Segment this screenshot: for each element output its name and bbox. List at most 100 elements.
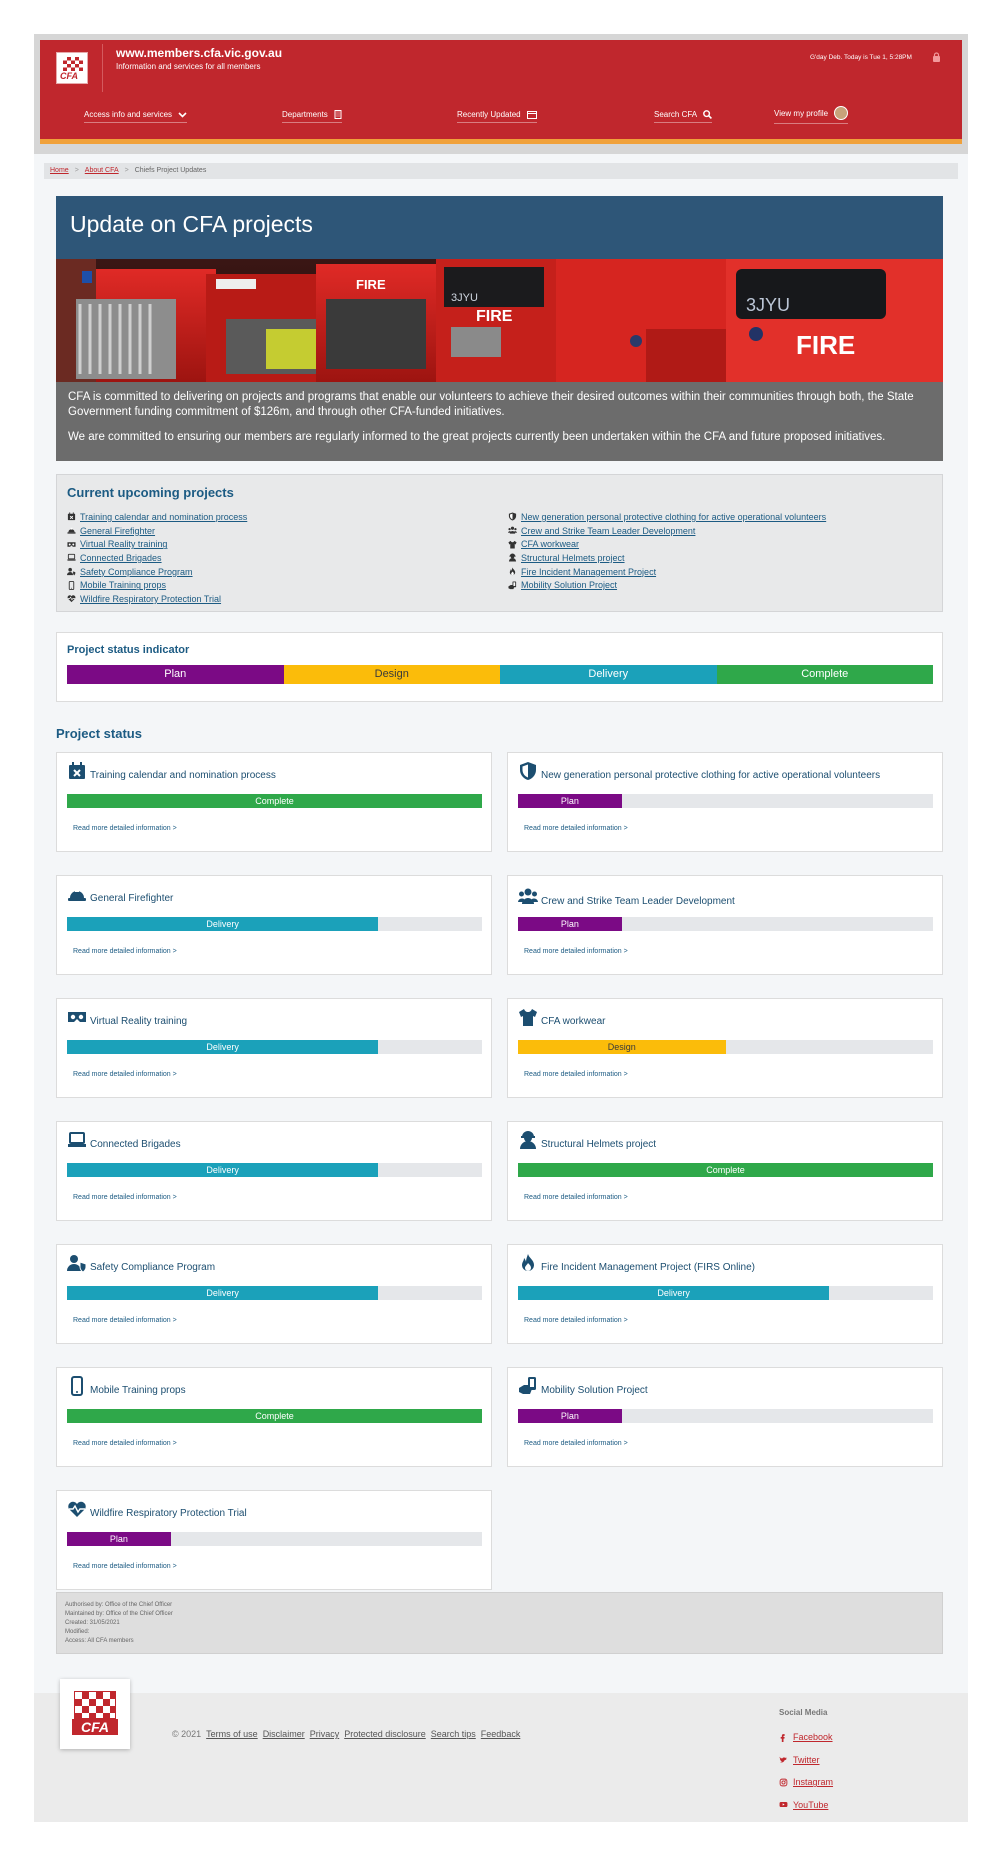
heartbeat-icon [68,1501,86,1517]
meta-maintained: Maintained by: Office of the Chief Offic… [65,1611,173,1617]
read-more-link[interactable]: Read more detailed information > [73,1317,177,1324]
progress-fill: Complete [67,794,482,808]
user-shield-icon [67,1255,87,1273]
project-link[interactable]: Wildfire Respiratory Protection Trial [80,594,221,604]
nav-profile[interactable]: View my profile [774,106,849,124]
social-link-instagram[interactable]: Instagram [793,1777,833,1787]
flame-icon [509,567,516,576]
list-item-icon [508,540,517,549]
read-more-link[interactable]: Read more detailed information > [73,1440,177,1447]
project-link[interactable]: Virtual Reality training [80,539,167,549]
read-more-link[interactable]: Read more detailed information > [524,1440,628,1447]
social-link-twitter[interactable]: Twitter [793,1755,820,1765]
hero-paragraph: We are committed to ensuring our members… [68,431,886,443]
project-card-title: New generation personal protective cloth… [518,761,880,781]
nav-recently-updated[interactable]: Recently Updated [457,110,537,123]
project-card: Connected Brigades Delivery Read more deta… [56,1121,492,1221]
progress-fill: Delivery [518,1286,830,1300]
progress-track: Plan [67,1532,482,1546]
calendar-x-icon [69,762,85,779]
nav-access-info[interactable]: Access info and services [84,110,188,123]
read-more-link[interactable]: Read more detailed information > [73,1071,177,1078]
breadcrumb-about[interactable]: About CFA [85,167,119,174]
progress-fill: Complete [67,1409,482,1423]
project-link[interactable]: Mobility Solution Project [521,580,617,590]
progress-track: Delivery [67,1163,482,1177]
facebook-icon [780,1733,785,1742]
project-link[interactable]: Training calendar and nomination process [80,512,247,522]
project-link[interactable]: Crew and Strike Team Leader Development [521,526,695,536]
project-link[interactable]: Safety Compliance Program [80,567,193,577]
project-link[interactable]: Mobile Training props [80,580,166,590]
read-more-link[interactable]: Read more detailed information > [524,1071,628,1078]
project-card: New generation personal protective cloth… [507,752,943,852]
upcoming-projects-panel: Current upcoming projects Training calen… [56,474,943,612]
upcoming-list-right: New generation personal protective cloth… [508,510,826,592]
social-link-youtube[interactable]: YouTube [793,1800,828,1810]
meta-created: Created: 31/05/2021 [65,1620,120,1626]
shield-icon [520,762,536,780]
site-url[interactable]: www.members.cfa.vic.gov.au [116,46,282,60]
truck-fire-text: FIRE [356,277,386,292]
site-header: CFA www.members.cfa.vic.gov.au Informati… [40,40,962,144]
project-link[interactable]: General Firefighter [80,526,155,536]
project-card-title-text: General Firefighter [90,893,174,904]
read-more-link[interactable]: Read more detailed information > [524,825,628,832]
footer-link-terms-of-use[interactable]: Terms of use [206,1729,258,1739]
status-stage-design: Design [283,665,500,684]
breadcrumb-home[interactable]: Home [50,167,69,174]
helmet-icon [68,888,86,901]
project-link[interactable]: Fire Incident Management Project [521,567,656,577]
flame-icon [522,1254,534,1271]
logo-checker-icon [63,57,83,71]
footer-link-privacy[interactable]: Privacy [310,1729,340,1739]
nav-profile-label: View my profile [774,108,829,118]
read-more-link[interactable]: Read more detailed information > [524,1194,628,1201]
cfa-logo[interactable]: CFA [56,52,88,84]
footer-link-protected-disclosure[interactable]: Protected disclosure [344,1729,426,1739]
page-meta: Authorised by: Office of the Chief Offic… [56,1592,943,1654]
search-icon [703,110,713,119]
breadcrumb-separator: > [74,167,79,174]
progress-track: Delivery [67,917,482,931]
social-link-facebook[interactable]: Facebook [793,1732,833,1742]
lock-icon[interactable] [932,52,941,62]
project-card: Training calendar and nomination process… [56,752,492,852]
list-item-icon [67,540,76,549]
tshirt-icon [519,1009,537,1026]
read-more-link[interactable]: Read more detailed information > [524,1317,628,1324]
project-card-title: Virtual Reality training [67,1007,187,1027]
project-link[interactable]: CFA workwear [521,539,579,549]
nav-recent-label: Recently Updated [457,110,521,119]
nav-search[interactable]: Search CFA [654,110,713,123]
list-item: CFA workwear [508,537,826,551]
hand-phone-icon [519,1377,536,1394]
project-card: Mobile Training props Complete Read more d… [56,1367,492,1467]
read-more-link[interactable]: Read more detailed information > [73,1563,177,1570]
footer-link-search-tips[interactable]: Search tips [431,1729,476,1739]
footer-link-disclaimer[interactable]: Disclaimer [263,1729,305,1739]
nav-departments[interactable]: Departments [282,110,342,123]
progress-fill: Plan [518,917,622,931]
status-indicator-title: Project status indicator [67,644,190,656]
project-link[interactable]: Connected Brigades [80,553,162,563]
progress-track: Delivery [518,1286,933,1300]
read-more-link[interactable]: Read more detailed information > [524,948,628,955]
footer-cfa-logo[interactable]: CFA [60,1679,130,1749]
progress-fill: Plan [67,1532,171,1546]
read-more-link[interactable]: Read more detailed information > [73,948,177,955]
project-card-title: Training calendar and nomination process [67,761,276,781]
social-links: Facebook Twitter Instagram YouTube [779,1726,833,1816]
progress-track: Complete [518,1163,933,1177]
breadcrumb: Home > About CFA > Chiefs Project Updates [44,163,958,179]
breadcrumb-separator: > [124,167,129,174]
project-link[interactable]: New generation personal protective cloth… [521,512,826,522]
footer-link-feedback[interactable]: Feedback [481,1729,521,1739]
hard-hat-icon [520,1131,536,1149]
read-more-link[interactable]: Read more detailed information > [73,825,177,832]
list-item-icon [67,580,76,590]
project-link[interactable]: Structural Helmets project [521,553,625,563]
avatar[interactable] [834,106,849,120]
read-more-link[interactable]: Read more detailed information > [73,1194,177,1201]
list-item-icon [508,581,517,590]
